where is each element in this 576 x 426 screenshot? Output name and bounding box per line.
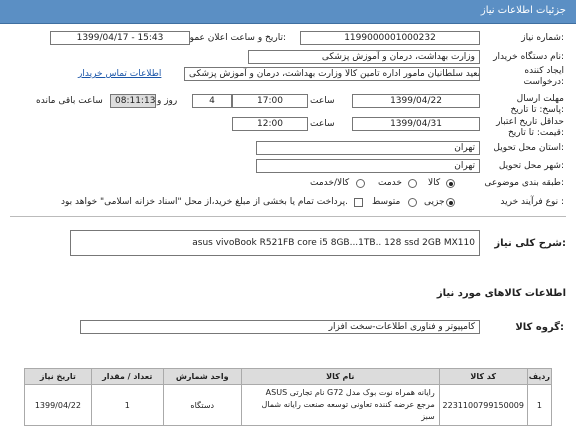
buyer-contact-link[interactable]: اطلاعات تماس خریدار — [78, 69, 161, 79]
category-goods-label: کالا — [428, 178, 441, 188]
col-qty: تعداد / مقدار — [90, 368, 164, 385]
col-row: ردیف — [526, 368, 553, 385]
col-unit: واحد شمارش — [162, 368, 242, 385]
reply-days-label: روز و — [157, 96, 178, 106]
general-desc-label: شرح کلی نیاز: — [494, 238, 566, 249]
page-header: جزئیات اطلاعات نیاز — [0, 0, 576, 24]
goods-table: ردیف کد کالا نام کالا واحد شمارش تعداد /… — [24, 368, 553, 426]
divider — [10, 216, 566, 217]
cell-qty: 1 — [90, 384, 164, 426]
process-medium-label: متوسط — [372, 197, 401, 207]
city-field[interactable]: تهران — [256, 159, 480, 173]
process-minor-label: جزیی — [424, 197, 445, 207]
goods-group-field[interactable]: کامپیوتر و فناوری اطلاعات-سخت افزار — [80, 320, 480, 334]
goods-group-label: گروه کالا: — [515, 322, 564, 333]
price-time-field[interactable]: 12:00 — [232, 117, 308, 131]
remaining-label: ساعت باقی مانده — [36, 96, 103, 106]
announce-label: تاریخ و ساعت اعلان عمومی: — [177, 33, 286, 43]
announce-field[interactable]: 1399/04/17 - 15:43 — [50, 31, 190, 45]
process-medium-radio[interactable] — [408, 198, 417, 207]
cell-date: 1399/04/22 — [24, 384, 92, 426]
cell-code: 2231100799150009 — [438, 384, 528, 426]
city-label: شهر محل تحویل: — [498, 161, 564, 171]
process-label: نوع فرآیند خرید : — [500, 197, 564, 207]
category-both-label: کالا/خدمت — [310, 178, 350, 188]
col-code: کد کالا — [438, 368, 528, 385]
treasury-note: پرداخت تمام یا بخشی از مبلغ خرید،از محل … — [60, 197, 348, 207]
process-minor-radio[interactable] — [446, 198, 455, 207]
reply-days-field[interactable]: 4 — [192, 94, 232, 108]
page-title: جزئیات اطلاعات نیاز — [480, 5, 566, 16]
buyer-field[interactable]: وزارت بهداشت، درمان و آموزش پزشکی — [248, 50, 480, 64]
reply-time-field[interactable]: 17:00 — [232, 94, 308, 108]
category-service-label: خدمت — [378, 178, 402, 188]
province-label: استان محل تحویل: — [493, 143, 564, 153]
category-both-radio[interactable] — [356, 179, 365, 188]
buyer-label: نام دستگاه خریدار: — [493, 52, 564, 62]
price-validity-label: حداقل تاریخ اعتبار قیمت: تا تاریخ: — [496, 117, 564, 138]
category-label: طبقه بندی موضوعی: — [484, 178, 564, 188]
reply-time-label: ساعت — [310, 96, 335, 106]
need-number-field[interactable]: 1199000001000232 — [300, 31, 480, 45]
cell-unit: دستگاه — [162, 384, 242, 426]
price-date-field[interactable]: 1399/04/31 — [352, 117, 480, 131]
table-row[interactable]: 1 2231100799150009 رایانه همراه نوت بوک … — [24, 384, 553, 426]
creator-field[interactable]: سعید سلطانیان مامور اداره تامین کالا وزا… — [184, 67, 480, 81]
col-name: نام کالا — [240, 368, 440, 385]
province-field[interactable]: تهران — [256, 141, 480, 155]
need-number-label: شماره نیاز: — [521, 33, 564, 43]
reply-deadline-label: مهلت ارسال پاسخ: تا تاریخ: — [510, 94, 564, 115]
category-service-radio[interactable] — [408, 179, 417, 188]
category-goods-radio[interactable] — [446, 179, 455, 188]
col-date: تاریخ نیاز — [24, 368, 92, 385]
general-desc-field[interactable]: asus vivoBook R521FB core i5 8GB...1TB..… — [70, 230, 480, 256]
creator-label: ایجاد کننده درخواست: — [523, 66, 565, 87]
cell-name: رایانه همراه نوت بوک مدل G72 نام تجارتی … — [240, 384, 440, 426]
treasury-checkbox[interactable] — [354, 198, 363, 207]
price-time-label: ساعت — [310, 119, 335, 129]
goods-info-title: اطلاعات کالاهای مورد نیاز — [436, 288, 566, 299]
reply-date-field[interactable]: 1399/04/22 — [352, 94, 480, 108]
cell-row: 1 — [526, 384, 553, 426]
remaining-time-field: 08:11:13 — [110, 94, 156, 108]
